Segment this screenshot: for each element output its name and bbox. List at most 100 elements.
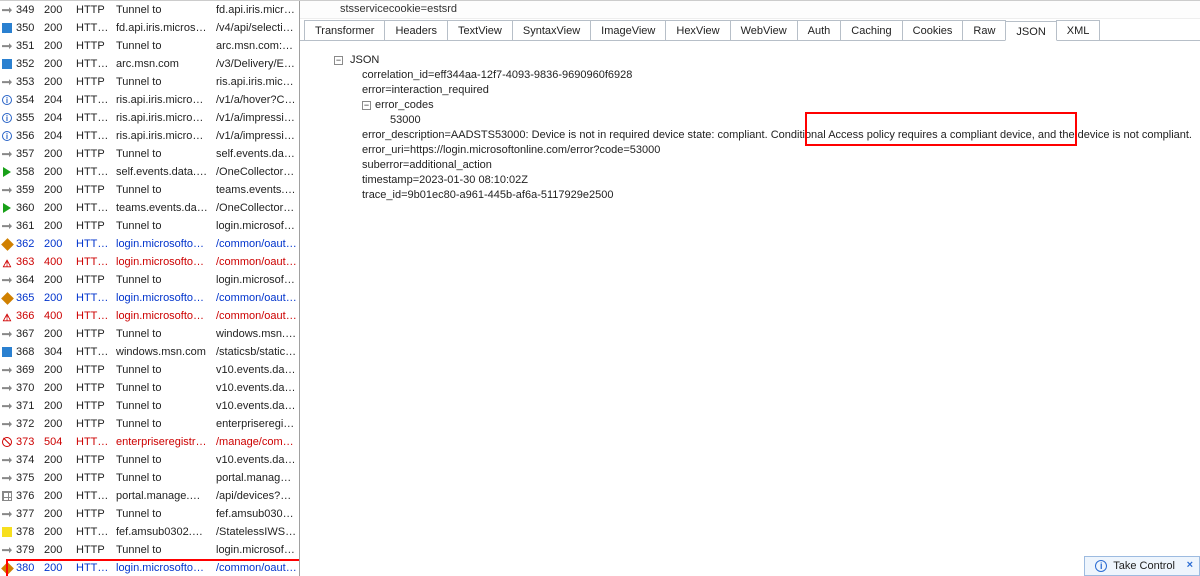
- tab-headers[interactable]: Headers: [384, 20, 448, 40]
- tab-raw[interactable]: Raw: [962, 20, 1006, 40]
- session-protocol: HTTP: [74, 415, 114, 433]
- tab-syntaxview[interactable]: SyntaxView: [512, 20, 591, 40]
- tab-json[interactable]: JSON: [1005, 21, 1056, 41]
- session-row[interactable]: 376200HTTPSportal.manage.micr.../api/dev…: [0, 487, 299, 505]
- tab-transformer[interactable]: Transformer: [304, 20, 386, 40]
- session-row[interactable]: 366400HTTPSlogin.microsoftonlin.../commo…: [0, 307, 299, 325]
- session-row[interactable]: 357200HTTPTunnel toself.events.data.micr…: [0, 145, 299, 163]
- session-url: v10.events.data.micro: [214, 379, 299, 397]
- session-id: 355: [14, 109, 42, 127]
- session-row[interactable]: 351200HTTPTunnel toarc.msn.com:443: [0, 37, 299, 55]
- session-id: 350: [14, 19, 42, 37]
- session-result: 200: [42, 451, 74, 469]
- session-row[interactable]: 361200HTTPTunnel tologin.microsoftonline…: [0, 217, 299, 235]
- take-control-label: Take Control: [1113, 560, 1175, 572]
- take-control-banner[interactable]: Take Control ×: [1084, 556, 1200, 576]
- session-protocol: HTTP: [74, 217, 114, 235]
- session-host: Tunnel to: [114, 541, 214, 559]
- tab-webview[interactable]: WebView: [730, 20, 798, 40]
- json-tree-node[interactable]: 53000: [376, 113, 1192, 128]
- session-row[interactable]: 365200HTTPSlogin.microsoftonlin.../commo…: [0, 289, 299, 307]
- session-protocol: HTTP: [74, 397, 114, 415]
- session-row[interactable]: 362200HTTPSlogin.microsoftonlin.../commo…: [0, 235, 299, 253]
- tree-toggle[interactable]: −: [334, 56, 343, 65]
- session-protocol: HTTP: [74, 505, 114, 523]
- json-tree-node[interactable]: trace_id=9b01ec80-a961-445b-af6a-5117929…: [348, 188, 1192, 203]
- session-row[interactable]: 375200HTTPTunnel toportal.manage.microso: [0, 469, 299, 487]
- session-result: 200: [42, 145, 74, 163]
- json-tree-node[interactable]: suberror=additional_action: [348, 158, 1192, 173]
- session-host: self.events.data.mi...: [114, 163, 214, 181]
- json-tree-node[interactable]: error_uri=https://login.microsoftonline.…: [348, 143, 1192, 158]
- session-protocol: HTTP: [74, 145, 114, 163]
- session-row[interactable]: 373504HTTPSenterpriseregistrati.../manag…: [0, 433, 299, 451]
- session-row[interactable]: 349200HTTPTunnel tofd.api.iris.microsoft…: [0, 1, 299, 19]
- session-protocol: HTTPS: [74, 523, 114, 541]
- tab-hexview[interactable]: HexView: [665, 20, 730, 40]
- session-host: login.microsoftonlin...: [114, 559, 214, 576]
- session-id: 371: [14, 397, 42, 415]
- json-tree-node[interactable]: correlation_id=eff344aa-12f7-4093-9836-9…: [348, 68, 1192, 83]
- session-row[interactable]: 377200HTTPTunnel tofef.amsub0302.manag: [0, 505, 299, 523]
- session-protocol: HTTPS: [74, 109, 114, 127]
- session-row[interactable]: 369200HTTPTunnel tov10.events.data.micro: [0, 361, 299, 379]
- json-tree-view[interactable]: − JSON correlation_id=eff344aa-12f7-4093…: [300, 41, 1200, 576]
- session-protocol: HTTP: [74, 541, 114, 559]
- session-url: /v4/api/selection?&asi: [214, 19, 299, 37]
- session-protocol: HTTPS: [74, 163, 114, 181]
- tab-imageview[interactable]: ImageView: [590, 20, 666, 40]
- session-url: self.events.data.micro: [214, 145, 299, 163]
- json-tree-node[interactable]: −error_codes53000: [348, 98, 1192, 128]
- session-protocol: HTTPS: [74, 343, 114, 361]
- session-row[interactable]: 368304HTTPSwindows.msn.com/staticsb/stat…: [0, 343, 299, 361]
- session-result: 200: [42, 271, 74, 289]
- session-id: 354: [14, 91, 42, 109]
- tunnel-icon: [2, 5, 12, 15]
- inspector-pane: stsservicecookie=estsrd TransformerHeade…: [300, 1, 1200, 576]
- session-row[interactable]: 372200HTTPTunnel toenterpriseregistratio…: [0, 415, 299, 433]
- tab-textview[interactable]: TextView: [447, 20, 513, 40]
- session-row[interactable]: 360200HTTPSteams.events.data..../OneColl…: [0, 199, 299, 217]
- session-protocol: HTTP: [74, 1, 114, 19]
- tab-xml[interactable]: XML: [1056, 20, 1101, 40]
- session-row[interactable]: 378200HTTPSfef.amsub0302.ma.../Stateless…: [0, 523, 299, 541]
- tunnel-icon: [2, 329, 12, 339]
- json-tree-node[interactable]: error=interaction_required: [348, 83, 1192, 98]
- json-tree-node[interactable]: error_description=AADSTS53000: Device is…: [348, 128, 1192, 143]
- session-row[interactable]: 356204HTTPSris.api.iris.microsoft.../v1/…: [0, 127, 299, 145]
- session-host: Tunnel to: [114, 181, 214, 199]
- session-row[interactable]: 363400HTTPSlogin.microsoftonlin.../commo…: [0, 253, 299, 271]
- session-row[interactable]: 379200HTTPTunnel tologin.microsoftonline…: [0, 541, 299, 559]
- session-row[interactable]: 358200HTTPSself.events.data.mi.../OneCol…: [0, 163, 299, 181]
- info-icon: [2, 131, 12, 141]
- tunnel-icon: [2, 419, 12, 429]
- session-url: login.microsoftonline.c: [214, 217, 299, 235]
- session-row[interactable]: 359200HTTPTunnel toteams.events.data.mic: [0, 181, 299, 199]
- session-host: ris.api.iris.microsoft...: [114, 127, 214, 145]
- session-row[interactable]: 352200HTTPSarc.msn.com/v3/Delivery/Event…: [0, 55, 299, 73]
- session-row[interactable]: 355204HTTPSris.api.iris.microsoft.../v1/…: [0, 109, 299, 127]
- session-row[interactable]: 374200HTTPTunnel tov10.events.data.micro: [0, 451, 299, 469]
- session-row[interactable]: 371200HTTPTunnel tov10.events.data.micro: [0, 397, 299, 415]
- json-tree-node[interactable]: timestamp=2023-01-30 08:10:02Z: [348, 173, 1192, 188]
- session-host: fd.api.iris.microsoft...: [114, 19, 214, 37]
- session-protocol: HTTP: [74, 73, 114, 91]
- session-id: 366: [14, 307, 42, 325]
- tab-cookies[interactable]: Cookies: [902, 20, 964, 40]
- session-row[interactable]: 370200HTTPTunnel tov10.events.data.micro: [0, 379, 299, 397]
- close-icon[interactable]: ×: [1187, 559, 1193, 571]
- tab-caching[interactable]: Caching: [840, 20, 902, 40]
- session-row[interactable]: 364200HTTPTunnel tologin.microsoftonline…: [0, 271, 299, 289]
- tab-auth[interactable]: Auth: [797, 20, 842, 40]
- tree-toggle[interactable]: −: [362, 101, 371, 110]
- session-host: Tunnel to: [114, 361, 214, 379]
- session-host: Tunnel to: [114, 397, 214, 415]
- session-row[interactable]: 354204HTTPSris.api.iris.microsoft.../v1/…: [0, 91, 299, 109]
- session-result: 304: [42, 343, 74, 361]
- session-row[interactable]: 367200HTTPTunnel towindows.msn.com:443: [0, 325, 299, 343]
- session-row[interactable]: 350200HTTPSfd.api.iris.microsoft.../v4/a…: [0, 19, 299, 37]
- session-id: 373: [14, 433, 42, 451]
- tunnel-icon: [2, 509, 12, 519]
- session-row[interactable]: 353200HTTPTunnel toris.api.iris.microsof…: [0, 73, 299, 91]
- session-row[interactable]: 380200HTTPSlogin.microsoftonlin.../commo…: [0, 559, 299, 576]
